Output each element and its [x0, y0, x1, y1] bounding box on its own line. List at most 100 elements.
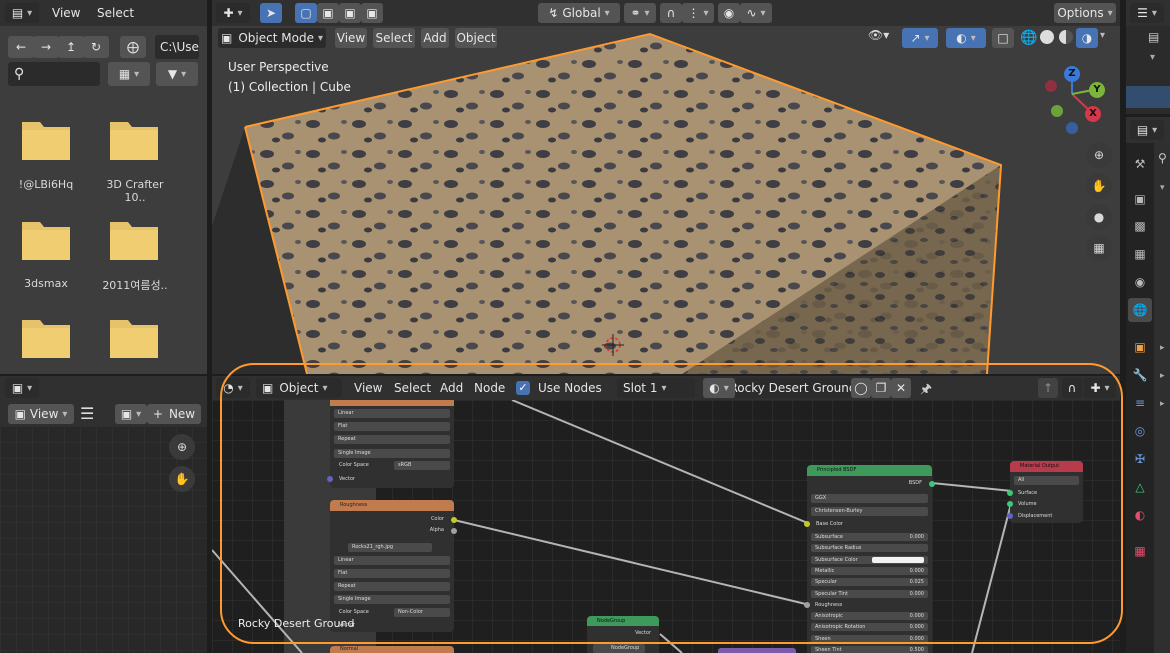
- grid-icon[interactable]: ▦: [1086, 235, 1112, 261]
- bsdf-field-row[interactable]: Sheen Tint 0.500: [811, 646, 928, 653]
- gizmo-x-axis[interactable]: X: [1085, 106, 1101, 122]
- bsdf-field-row[interactable]: Subsurface Radius: [811, 544, 928, 553]
- viewport-menu-view[interactable]: View: [335, 28, 367, 48]
- node-snap-dropdown[interactable]: ✚: [1084, 378, 1116, 398]
- vector-input-socket[interactable]: [327, 476, 333, 482]
- bsdf-field-row[interactable]: Subsurface 0.000: [811, 533, 928, 541]
- select-tool-button[interactable]: ➤: [260, 3, 282, 23]
- zoom-icon[interactable]: ⊕: [169, 434, 195, 460]
- material-shading-icon[interactable]: [1059, 30, 1073, 44]
- bsdf-field-row[interactable]: Roughness: [811, 601, 928, 609]
- refresh-button[interactable]: ↻: [83, 36, 109, 58]
- node-snap-toggle[interactable]: ∩: [1062, 378, 1082, 398]
- node-editor-type[interactable]: ◔: [216, 378, 250, 398]
- roughness-texture-node[interactable]: Roughness Color Alpha Rocks21_rgh.jpg Li…: [330, 500, 457, 632]
- expand-arrow-icon[interactable]: ▸: [1160, 343, 1165, 353]
- display-mode-dropdown[interactable]: ▦: [108, 62, 150, 86]
- folder-item[interactable]: 3D Crafter 10..: [95, 115, 175, 204]
- node-menu-view[interactable]: View: [354, 378, 382, 398]
- new-folder-button[interactable]: ⨁: [120, 36, 146, 58]
- properties-editor-type[interactable]: ▤: [1130, 120, 1164, 140]
- select-subtract-mode[interactable]: ▣: [339, 3, 361, 23]
- bsdf-field-row[interactable]: Subsurface Color: [811, 555, 928, 564]
- parent-node-tree-button[interactable]: ↑: [1038, 378, 1058, 398]
- extension-dropdown[interactable]: Repeat: [334, 582, 450, 591]
- node-menu-select[interactable]: Select: [394, 378, 431, 398]
- data-tab-icon[interactable]: △: [1128, 475, 1152, 499]
- path-field[interactable]: C:\Use: [155, 35, 199, 59]
- expand-arrow-icon[interactable]: ▸: [1160, 371, 1165, 381]
- node-group-dropdown[interactable]: NodeGroup: [593, 644, 645, 653]
- bsdf-field-row[interactable]: Anisotropic Rotation 0.000: [811, 623, 928, 632]
- zoom-icon[interactable]: ⊕: [1086, 142, 1112, 168]
- base-color-input-socket[interactable]: [804, 521, 810, 527]
- particles-tab-icon[interactable]: ≡: [1128, 391, 1152, 415]
- projection-dropdown[interactable]: Flat: [334, 422, 450, 431]
- solid-shading-icon[interactable]: [1040, 30, 1054, 44]
- constraints-tab-icon[interactable]: ✠: [1128, 447, 1152, 471]
- node-group-node[interactable]: NodeGroup Vector NodeGroup: [587, 616, 659, 653]
- falloff-dropdown[interactable]: ∿: [740, 3, 772, 23]
- texture-tab-icon[interactable]: ▦: [1128, 539, 1152, 563]
- pivot-dropdown[interactable]: ⚭: [624, 3, 656, 23]
- search-field[interactable]: ⚲: [8, 62, 100, 86]
- collapse-arrow-icon[interactable]: ▾: [1160, 183, 1165, 193]
- snap-toggle[interactable]: ∩: [660, 3, 682, 23]
- expand-arrow-icon[interactable]: ▸: [1160, 399, 1165, 409]
- gizmo-z-axis[interactable]: Z: [1064, 66, 1080, 82]
- bsdf-field-row[interactable]: Anisotropic 0.000: [811, 612, 928, 621]
- outliner-filter-dropdown-icon[interactable]: ▾: [1150, 52, 1155, 63]
- hamburger-menu-icon[interactable]: ☰: [80, 404, 98, 424]
- displacement-input-socket[interactable]: [1007, 513, 1013, 519]
- image-texture-node[interactable]: Linear Flat Repeat Single Image Color Sp…: [327, 400, 454, 488]
- principled-bsdf-node[interactable]: Principled BSDF BSDF GGX Christensen-Bur…: [807, 465, 932, 653]
- roughness-input-socket[interactable]: [804, 602, 810, 608]
- browse-material-dropdown[interactable]: ◐: [703, 378, 735, 398]
- volume-input-socket[interactable]: [1007, 501, 1013, 507]
- forward-button[interactable]: →: [33, 36, 59, 58]
- camera-icon[interactable]: ●: [1086, 204, 1112, 230]
- shader-type-dropdown[interactable]: ▣ Object: [256, 378, 342, 398]
- modifier-tab-icon[interactable]: 🔧: [1128, 363, 1152, 387]
- distribution-dropdown[interactable]: GGX: [811, 494, 928, 503]
- folder-item[interactable]: 3dsmax: [10, 215, 82, 295]
- folder-item[interactable]: 2011여름성..: [95, 215, 175, 295]
- node-menu-add[interactable]: Add: [440, 378, 463, 398]
- viewport-canvas[interactable]: [212, 26, 1120, 374]
- use-nodes-checkbox[interactable]: ✓: [516, 381, 530, 395]
- unlink-material-button[interactable]: ✕: [891, 378, 911, 398]
- parent-dir-button[interactable]: ↥: [58, 36, 84, 58]
- file-menu-select[interactable]: Select: [97, 3, 134, 23]
- interpolation-dropdown[interactable]: Linear: [334, 409, 450, 418]
- xray-toggle[interactable]: □: [992, 28, 1014, 48]
- bsdf-field-row[interactable]: Sheen 0.000: [811, 634, 928, 643]
- surface-input-socket[interactable]: [1007, 490, 1013, 496]
- scene-tab-icon[interactable]: ◉: [1128, 270, 1152, 294]
- shading-dropdown[interactable]: ▾: [1100, 30, 1105, 41]
- extension-dropdown[interactable]: Repeat: [334, 435, 450, 444]
- visibility-dropdown[interactable]: 👁▾: [868, 28, 896, 48]
- viewport-menu-add[interactable]: Add: [421, 28, 449, 48]
- color-space-dropdown[interactable]: Non-Color: [394, 608, 450, 617]
- material-name-field[interactable]: Rocky Desert Ground: [735, 378, 851, 398]
- projection-dropdown[interactable]: Flat: [334, 569, 450, 578]
- physics-tab-icon[interactable]: ◎: [1128, 419, 1152, 443]
- pin-icon[interactable]: 🖈: [920, 380, 932, 402]
- interpolation-dropdown[interactable]: Linear: [334, 556, 450, 565]
- overlay-toggle[interactable]: ◐: [946, 28, 986, 48]
- source-dropdown[interactable]: Single Image: [334, 449, 450, 458]
- tool-tab-icon[interactable]: ⚒: [1128, 152, 1152, 176]
- color-swatch[interactable]: [872, 556, 924, 563]
- node-menu-node[interactable]: Node: [474, 378, 505, 398]
- viewport-menu-select[interactable]: Select: [373, 28, 415, 48]
- duplicate-material-button[interactable]: ❐: [871, 378, 891, 398]
- hand-pan-icon[interactable]: ✋: [169, 466, 195, 492]
- bsdf-field-row[interactable]: Metallic 0.000: [811, 566, 928, 575]
- alpha-output-socket[interactable]: [451, 528, 457, 534]
- back-button[interactable]: ←: [8, 36, 34, 58]
- output-target-dropdown[interactable]: All: [1014, 476, 1079, 485]
- object-mode-dropdown[interactable]: ▣ Object Mode: [218, 28, 326, 48]
- bsdf-field-row[interactable]: Specular 0.025: [811, 578, 928, 587]
- source-dropdown[interactable]: Single Image: [334, 595, 450, 604]
- material-tab-icon[interactable]: ◐: [1128, 503, 1152, 527]
